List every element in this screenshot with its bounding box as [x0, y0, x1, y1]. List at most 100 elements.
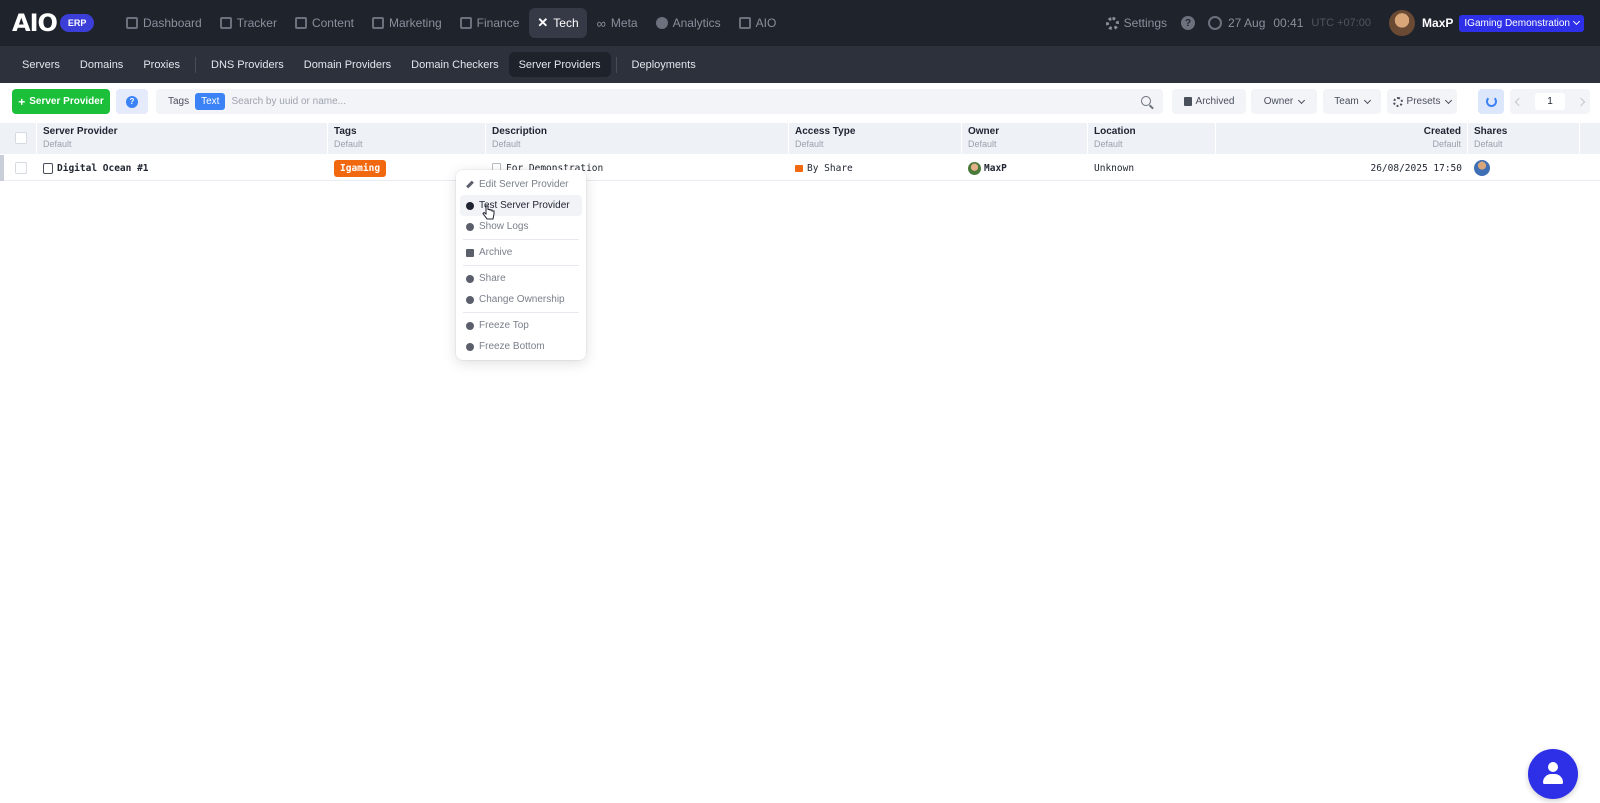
nav-dashboard[interactable]: Dashboard — [118, 8, 210, 38]
nav-tracker[interactable]: Tracker — [212, 8, 285, 38]
column-subtitle: Default — [968, 139, 997, 149]
row-drag-handle[interactable] — [0, 155, 4, 181]
column-header[interactable]: Owner Default — [962, 123, 1088, 154]
help-button[interactable]: ? — [116, 89, 148, 114]
search-mode-tags[interactable]: Tags — [162, 93, 195, 110]
menu-show-logs[interactable]: Show Logs — [460, 216, 582, 237]
menu-test-server-provider[interactable]: Test Server Provider — [460, 195, 582, 216]
avatar[interactable] — [1389, 10, 1416, 36]
chevron-down-icon — [1572, 17, 1581, 26]
chevron-left-icon[interactable] — [1514, 97, 1524, 106]
support-chat-button[interactable] — [1528, 749, 1578, 799]
column-header[interactable]: Tags Default — [328, 123, 486, 154]
menu-change-ownership[interactable]: Change Ownership — [460, 289, 582, 310]
menu-share[interactable]: Share — [460, 268, 582, 289]
table-row[interactable]: Digital Ocean #1 Igaming For Demonstrati… — [0, 155, 1600, 181]
subnav-domain-providers[interactable]: Domain Providers — [294, 52, 401, 77]
column-header[interactable]: Server Provider Default — [37, 123, 328, 154]
access-type-text: By Share — [807, 162, 853, 174]
cell-created: 26/08/2025 17:50 — [1370, 162, 1462, 174]
app-logo[interactable]: AIO ERP — [12, 9, 95, 37]
subnav-server-providers[interactable]: Server Providers — [508, 52, 611, 77]
trash-icon — [1183, 97, 1192, 106]
nav-content[interactable]: Content — [287, 8, 362, 38]
search-mode-text[interactable]: Text — [195, 93, 226, 110]
add-button-label: Server Provider — [29, 96, 104, 107]
select-all-checkbox[interactable] — [15, 132, 27, 144]
menu-archive[interactable]: Archive — [460, 242, 582, 263]
nav-analytics[interactable]: Analytics — [648, 8, 729, 38]
nav-finance[interactable]: Finance — [452, 8, 528, 38]
team-filter-dropdown[interactable]: Team — [1323, 89, 1381, 114]
menu-item-label: Share — [479, 273, 506, 284]
column-title: Location — [1094, 126, 1136, 137]
clock-icon[interactable] — [1208, 16, 1222, 30]
gear-icon — [466, 342, 474, 351]
owner-name: MaxP — [984, 162, 1007, 174]
nav-aio[interactable]: AIO — [731, 8, 785, 38]
avatar — [968, 161, 981, 175]
pie-chart-icon — [655, 17, 668, 29]
menu-divider — [463, 265, 579, 266]
archived-filter-button[interactable]: Archived — [1172, 89, 1246, 114]
server-provider-icon — [43, 162, 53, 174]
column-subtitle: Default — [334, 139, 363, 149]
chevron-right-icon[interactable] — [1576, 97, 1586, 106]
owner-filter-dropdown[interactable]: Owner — [1251, 89, 1317, 114]
nav-meta[interactable]: ∞ Meta — [589, 8, 646, 38]
username[interactable]: MaxP — [1422, 16, 1453, 30]
nav-marketing[interactable]: Marketing — [364, 8, 450, 38]
pagination: 1 — [1510, 89, 1590, 114]
plus-icon: + — [18, 94, 26, 109]
column-title: Created — [1423, 126, 1461, 137]
hand-cursor-icon — [482, 205, 495, 220]
column-title: Access Type — [795, 126, 856, 137]
search-icon[interactable] — [1141, 96, 1151, 106]
column-header[interactable]: Location Default — [1088, 123, 1216, 154]
subnav-servers[interactable]: Servers — [12, 52, 70, 77]
column-subtitle: Default — [492, 139, 521, 149]
current-time: 00:41 — [1273, 16, 1304, 30]
column-header[interactable]: Description Default — [486, 123, 789, 154]
column-header[interactable]: Shares Default — [1468, 123, 1580, 154]
column-title: Shares — [1474, 126, 1508, 137]
presets-dropdown[interactable]: Presets — [1387, 89, 1457, 114]
search-input[interactable] — [231, 96, 1112, 107]
help-icon[interactable]: ? — [1181, 16, 1195, 30]
subnav-deployments[interactable]: Deployments — [622, 52, 706, 77]
cell-location: Unknown — [1094, 162, 1135, 174]
menu-item-label: Archive — [479, 247, 513, 258]
nav-aio-label: AIO — [755, 16, 777, 30]
refresh-button[interactable] — [1478, 89, 1504, 114]
subnav-domains[interactable]: Domains — [70, 52, 133, 77]
nav-tech-label: Tech — [553, 16, 579, 30]
presets-label: Presets — [1406, 96, 1441, 107]
settings-button[interactable]: Settings — [1105, 16, 1167, 30]
nav-tech[interactable]: ✕ Tech — [529, 8, 587, 38]
subnav-divider — [195, 56, 196, 73]
menu-freeze-bottom[interactable]: Freeze Bottom — [460, 336, 582, 357]
timezone-selector[interactable]: UTC +07:00 — [1311, 17, 1371, 29]
erp-badge: ERP — [59, 14, 95, 32]
column-title: Owner — [968, 126, 1000, 137]
add-server-provider-button[interactable]: + Server Provider — [12, 89, 110, 114]
column-header[interactable]: Access Type Default — [789, 123, 962, 154]
cell-server-provider[interactable]: Digital Ocean #1 — [37, 155, 328, 181]
subnav-dns-providers[interactable]: DNS Providers — [201, 52, 294, 77]
avatar[interactable] — [1474, 160, 1490, 176]
row-checkbox[interactable] — [15, 162, 27, 174]
page-number-input[interactable]: 1 — [1535, 93, 1565, 110]
menu-freeze-top[interactable]: Freeze Top — [460, 315, 582, 336]
aio-icon — [738, 17, 751, 29]
column-header[interactable]: Created Default — [1216, 123, 1468, 154]
tag-badge[interactable]: Igaming — [334, 159, 387, 177]
menu-edit-server-provider[interactable]: Edit Server Provider — [460, 174, 582, 195]
subnav-domain-checkers[interactable]: Domain Checkers — [401, 52, 508, 77]
menu-divider — [463, 239, 579, 240]
subnav-proxies[interactable]: Proxies — [133, 52, 190, 77]
gear-icon — [466, 201, 474, 210]
menu-item-label: Freeze Bottom — [479, 341, 545, 352]
cell-shares — [1468, 155, 1580, 181]
lock-icon — [795, 164, 803, 172]
workspace-selector[interactable]: IGaming Demonstration — [1459, 14, 1584, 32]
